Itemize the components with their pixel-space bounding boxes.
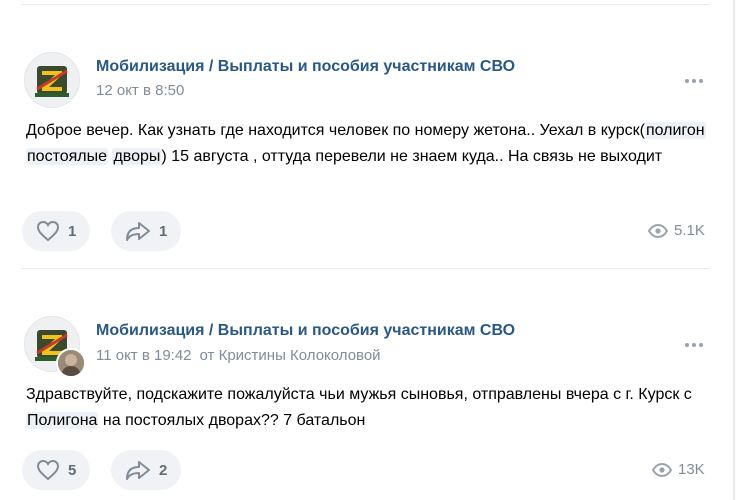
post-date[interactable]: 12 окт в 8:50 (96, 82, 184, 99)
post-text-part: Доброе вечер. Как узнать где находится ч… (26, 122, 645, 139)
eye-icon (652, 462, 672, 477)
share-arrow-icon (126, 461, 150, 480)
like-button[interactable]: 5 (22, 450, 91, 490)
divider (22, 268, 710, 269)
heart-icon (36, 459, 60, 481)
post-text-part: ) 15 августа , оттуда перевели не знаем … (161, 148, 663, 165)
heart-icon (36, 220, 60, 242)
share-button[interactable]: 1 (111, 211, 182, 251)
post-date-text[interactable]: 12 окт в 8:50 (96, 82, 184, 99)
author-avatar[interactable] (56, 348, 86, 378)
dot (699, 343, 703, 347)
news-feed: Мобилизация / Выплаты и пособия участник… (0, 0, 740, 500)
feed-border (733, 0, 735, 500)
group-logo-icon (25, 53, 79, 107)
group-name-link[interactable]: Мобилизация / Выплаты и пособия участник… (96, 58, 515, 76)
views-counter: 13K (652, 461, 705, 478)
divider (22, 4, 710, 5)
like-count: 5 (68, 461, 77, 479)
dot (685, 343, 689, 347)
views-counter: 5.1K (648, 222, 705, 239)
post-text: Доброе вечер. Как узнать где находится ч… (26, 118, 716, 170)
more-dots-icon[interactable] (682, 340, 706, 350)
author-photo-icon (58, 350, 84, 376)
like-count: 1 (68, 222, 77, 240)
hashtag-link[interactable]: Полигона (26, 412, 99, 429)
group-name-link[interactable]: Мобилизация / Выплаты и пособия участник… (96, 322, 515, 340)
dot (692, 79, 696, 83)
dot (692, 343, 696, 347)
eye-icon (648, 223, 668, 238)
post-text: Здравствуйте, подскажите пожалуйста чьи … (26, 382, 716, 434)
post-text-part: Здравствуйте, подскажите пожалуйста чьи … (26, 386, 692, 403)
post-meta: 11 окт в 19:42 от Кристины Колоколовой (96, 347, 381, 364)
group-avatar[interactable] (24, 52, 80, 108)
views-count: 5.1K (674, 222, 705, 239)
hashtag-link[interactable]: постоялые (26, 148, 109, 165)
post-date-text[interactable]: 11 окт в 19:42 (96, 347, 192, 364)
share-count: 2 (159, 461, 168, 479)
post-text-part: на постоялых дворах?? 7 батальон (98, 412, 366, 429)
dot (685, 79, 689, 83)
share-button[interactable]: 2 (111, 450, 182, 490)
hashtag-link[interactable]: дворы (112, 148, 162, 165)
dot (699, 79, 703, 83)
share-arrow-icon (126, 222, 150, 241)
author-from-link[interactable]: от Кристины Колоколовой (200, 347, 381, 364)
views-count: 13K (678, 461, 705, 478)
like-button[interactable]: 1 (22, 211, 91, 251)
share-count: 1 (159, 222, 168, 240)
more-dots-icon[interactable] (682, 76, 706, 86)
hashtag-link[interactable]: полигон (644, 122, 706, 139)
